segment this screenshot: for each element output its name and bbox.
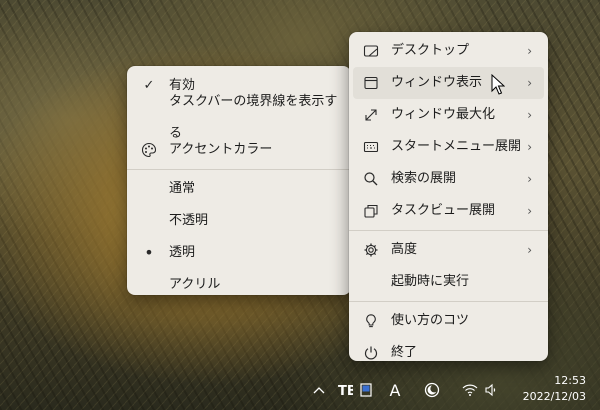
menu-item-label: 起動時に実行 bbox=[391, 274, 470, 289]
clock-date: 2022/12/03 bbox=[522, 390, 586, 403]
menu-item-label: スタートメニュー展開 bbox=[391, 139, 522, 154]
chevron-right-icon: › bbox=[527, 44, 532, 58]
menu-item-label: タスクビュー展開 bbox=[391, 203, 496, 218]
context-menu: デスクトップ › ウィンドウ表示 › ウィンドウ最大化 › スタートメニュー展開… bbox=[349, 32, 548, 361]
menu-item-label: デスクトップ bbox=[391, 43, 470, 58]
chevron-right-icon: › bbox=[527, 76, 532, 90]
radio-dot-icon: • bbox=[144, 243, 154, 262]
lightbulb-icon bbox=[361, 305, 381, 337]
volume-icon[interactable] bbox=[482, 370, 500, 410]
submenu-item-normal[interactable]: 通常 bbox=[131, 173, 347, 205]
menu-item-label: 検索の展開 bbox=[391, 171, 457, 186]
chevron-right-icon: › bbox=[527, 243, 532, 257]
search-icon bbox=[361, 163, 381, 195]
task-view-icon bbox=[361, 195, 381, 227]
menu-item-desktop[interactable]: デスクトップ › bbox=[353, 35, 544, 67]
moon-clock-icon[interactable] bbox=[422, 370, 442, 410]
desktop-icon bbox=[361, 35, 381, 67]
submenu-item-label: 不透明 bbox=[169, 213, 209, 228]
palette-icon bbox=[139, 134, 159, 166]
menu-item-start-menu-expand[interactable]: スタートメニュー展開 › bbox=[353, 131, 544, 163]
checkmark-icon: ✓ bbox=[143, 78, 155, 93]
submenu-item-label: 通常 bbox=[169, 181, 196, 196]
window-icon bbox=[361, 67, 381, 99]
chevron-right-icon: › bbox=[527, 172, 532, 186]
submenu-item-label: アクリル bbox=[169, 277, 221, 292]
submenu-item-label: アクセントカラー bbox=[169, 142, 273, 157]
taskbar-tray: TB A 12:53 2022/12/03 bbox=[0, 370, 600, 410]
chevron-up-icon[interactable] bbox=[310, 370, 328, 410]
menu-item-label: ウィンドウ表示 bbox=[391, 75, 483, 90]
clock-time: 12:53 bbox=[554, 374, 586, 387]
keyboard-icon bbox=[361, 131, 381, 163]
menu-item-label: 終了 bbox=[391, 345, 418, 360]
submenu-item-accent-color[interactable]: アクセントカラー bbox=[131, 134, 347, 166]
menu-item-advanced[interactable]: 高度 › bbox=[353, 234, 544, 266]
divider bbox=[349, 230, 548, 231]
menu-item-label: 使い方のコツ bbox=[391, 313, 470, 328]
maximize-icon bbox=[361, 99, 381, 131]
menu-item-label: 高度 bbox=[391, 242, 418, 257]
translucenttb-icon[interactable]: TB bbox=[336, 370, 354, 410]
svg-text:TB: TB bbox=[338, 384, 353, 398]
chevron-right-icon: › bbox=[527, 108, 532, 122]
submenu-item-transparent[interactable]: • 透明 bbox=[131, 237, 347, 269]
menu-item-tips[interactable]: 使い方のコツ bbox=[353, 305, 544, 337]
menu-item-search-expand[interactable]: 検索の展開 › bbox=[353, 163, 544, 195]
submenu-item-show-border[interactable]: タスクバーの境界線を表示する bbox=[131, 94, 347, 141]
menu-item-window-display[interactable]: ウィンドウ表示 › bbox=[353, 67, 544, 99]
menu-item-label: ウィンドウ最大化 bbox=[391, 107, 496, 122]
gear-icon bbox=[361, 234, 381, 266]
divider bbox=[349, 301, 548, 302]
mouse-cursor-icon bbox=[491, 74, 505, 96]
chevron-right-icon: › bbox=[527, 140, 532, 154]
submenu-window-display: ✓ 有効 タスクバーの境界線を表示する アクセントカラー 通常 不透明 • 透明… bbox=[127, 66, 351, 295]
chevron-right-icon: › bbox=[527, 204, 532, 218]
submenu-item-label: 透明 bbox=[169, 245, 196, 260]
device-icon[interactable] bbox=[358, 370, 374, 410]
power-icon bbox=[361, 337, 381, 369]
divider bbox=[127, 169, 351, 170]
wifi-icon[interactable] bbox=[460, 370, 480, 410]
menu-item-window-maximize[interactable]: ウィンドウ最大化 › bbox=[353, 99, 544, 131]
submenu-item-opaque[interactable]: 不透明 bbox=[131, 205, 347, 237]
menu-item-task-view-expand[interactable]: タスクビュー展開 › bbox=[353, 195, 544, 227]
submenu-item-acrylic[interactable]: アクリル bbox=[131, 269, 347, 301]
clock[interactable]: 12:53 2022/12/03 bbox=[523, 373, 586, 405]
menu-item-run-at-startup[interactable]: 起動時に実行 bbox=[353, 266, 544, 298]
ime-indicator[interactable]: A bbox=[385, 370, 405, 410]
menu-item-exit[interactable]: 終了 bbox=[353, 337, 544, 369]
